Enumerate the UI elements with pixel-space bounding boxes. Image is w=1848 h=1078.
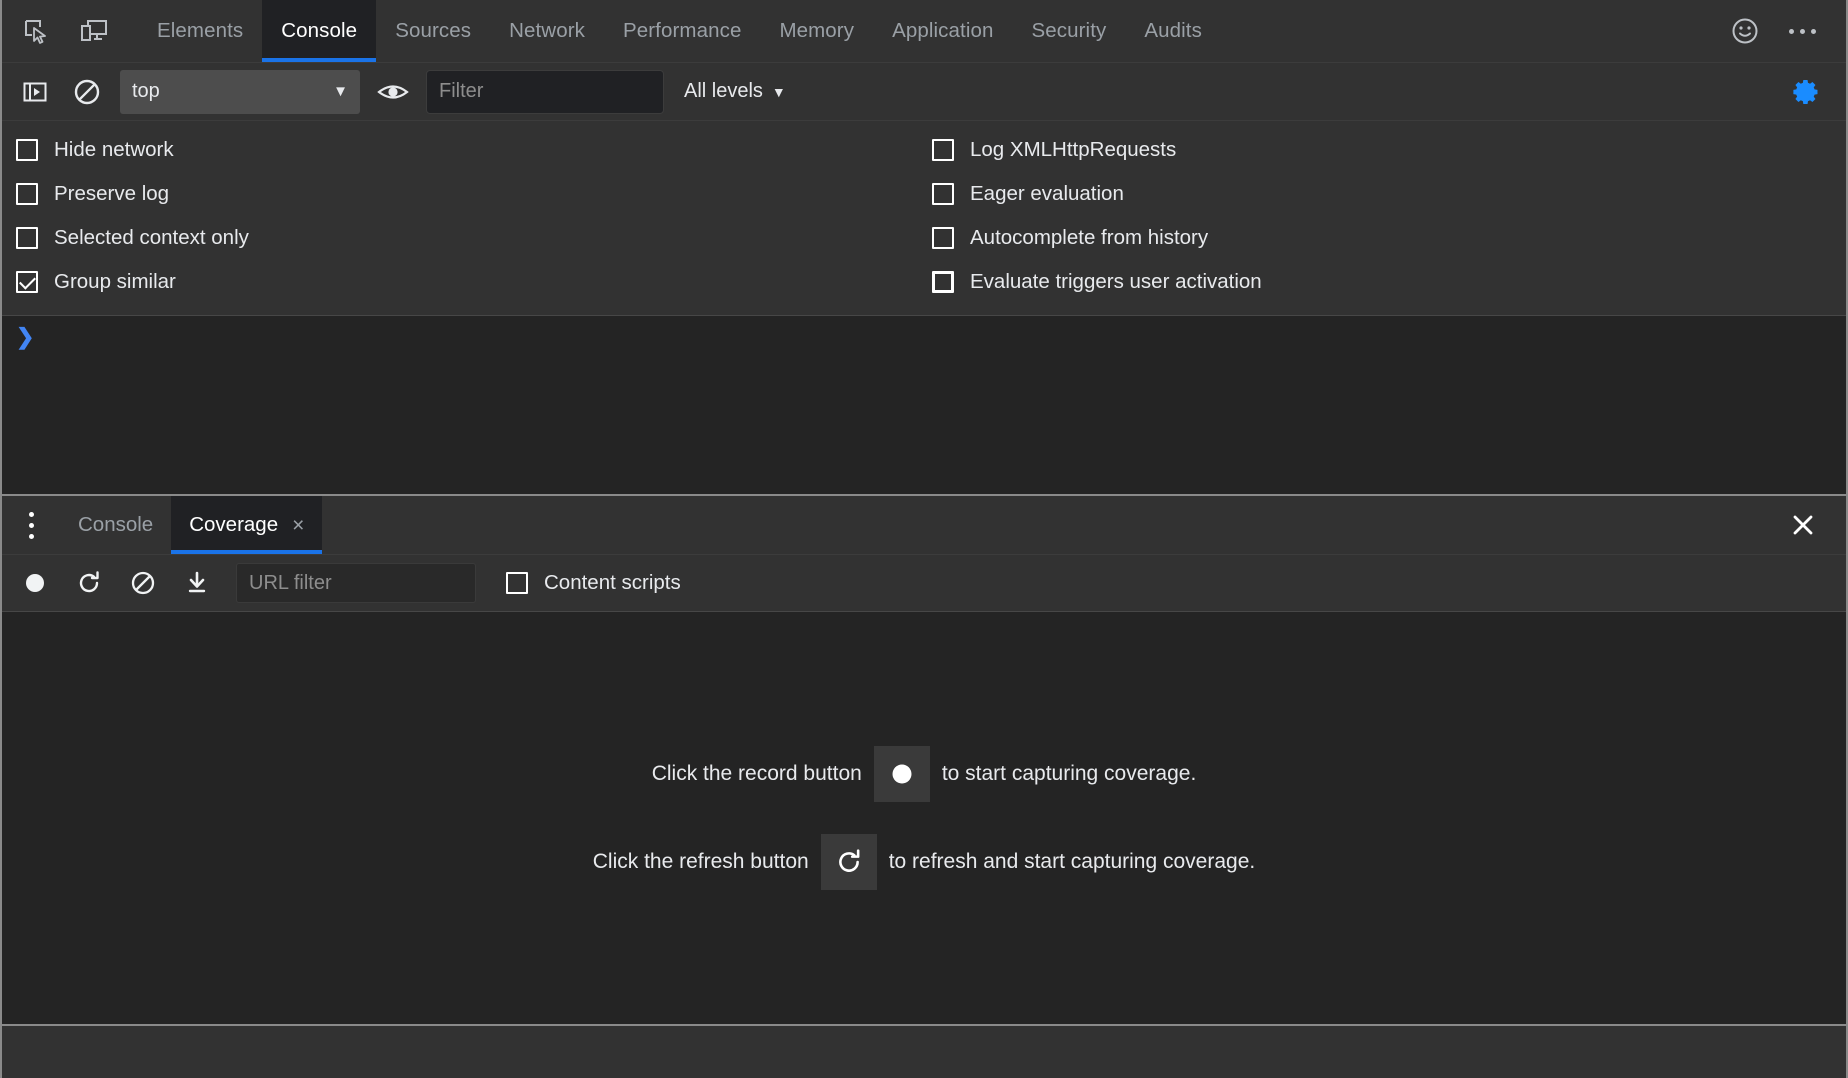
tab-label: Network (509, 19, 585, 43)
console-output-area[interactable]: ❯ (2, 316, 1846, 494)
drawer-tab-label: Coverage (189, 513, 278, 537)
setting-selected-context-only[interactable]: Selected context only (16, 223, 932, 253)
coverage-hint-record: Click the record button to start capturi… (652, 746, 1197, 802)
checkbox-preserve-log[interactable] (16, 183, 38, 205)
tab-console[interactable]: Console (262, 0, 376, 62)
checkbox-evaluate-triggers-user-activation[interactable] (932, 271, 954, 293)
tab-elements[interactable]: Elements (138, 0, 262, 62)
console-settings-pane: Hide network Preserve log Selected conte… (2, 120, 1846, 316)
tab-label: Audits (1144, 19, 1202, 43)
inspect-element-icon[interactable] (16, 11, 56, 51)
checkbox-log-xmlhttprequests[interactable] (932, 139, 954, 161)
close-drawer-icon[interactable] (1774, 496, 1846, 554)
reload-and-record-icon[interactable] (821, 834, 877, 890)
show-console-sidebar-icon[interactable] (16, 73, 54, 111)
drawer-tab-coverage[interactable]: Coverage × (171, 496, 322, 554)
main-toolbar-right (1725, 0, 1846, 62)
checkbox-selected-context-only[interactable] (16, 227, 38, 249)
setting-label: Group similar (54, 270, 176, 294)
log-levels-dropdown[interactable]: All levels ▼ (678, 76, 792, 107)
main-toolbar-icons (2, 0, 114, 62)
devtools-window: Elements Console Sources Network Perform… (0, 0, 1848, 1078)
devtools-drawer: Console Coverage × (2, 494, 1846, 1024)
device-toolbar-icon[interactable] (74, 11, 114, 51)
export-coverage-icon[interactable] (178, 564, 216, 602)
chevron-down-icon: ▼ (772, 84, 786, 100)
drawer-more-options-icon[interactable] (2, 496, 60, 554)
live-expression-eye-icon[interactable] (374, 73, 412, 111)
main-tab-bar: Elements Console Sources Network Perform… (2, 0, 1846, 62)
tab-label: Elements (157, 19, 243, 43)
console-filter-input[interactable] (426, 70, 664, 114)
settings-gear-icon[interactable] (1792, 77, 1832, 107)
console-settings-right-column: Log XMLHttpRequests Eager evaluation Aut… (932, 135, 1262, 297)
tab-label: Security (1031, 19, 1106, 43)
coverage-url-filter-input[interactable] (236, 563, 476, 603)
tab-audits[interactable]: Audits (1125, 0, 1221, 62)
checkbox-eager-evaluation[interactable] (932, 183, 954, 205)
tab-performance[interactable]: Performance (604, 0, 760, 62)
console-filter-toolbar: top ▼ All levels ▼ (2, 62, 1846, 120)
console-prompt-row[interactable]: ❯ (2, 316, 1846, 360)
checkbox-group-similar[interactable] (16, 271, 38, 293)
tab-label: Console (281, 19, 357, 43)
clear-coverage-icon[interactable] (124, 564, 162, 602)
smiley-face-icon[interactable] (1725, 11, 1765, 51)
reload-and-record-icon[interactable] (70, 564, 108, 602)
setting-label: Autocomplete from history (970, 226, 1208, 250)
setting-log-xmlhttprequests[interactable]: Log XMLHttpRequests (932, 135, 1262, 165)
setting-preserve-log[interactable]: Preserve log (16, 179, 932, 209)
coverage-hint-refresh: Click the refresh button to refresh and … (593, 834, 1255, 890)
setting-content-scripts[interactable]: Content scripts (506, 568, 681, 598)
setting-label: Eager evaluation (970, 182, 1124, 206)
setting-label: Evaluate triggers user activation (970, 270, 1262, 294)
tab-network[interactable]: Network (490, 0, 604, 62)
console-prompt-caret-icon: ❯ (16, 326, 34, 348)
setting-label: Preserve log (54, 182, 169, 206)
clear-console-icon[interactable] (68, 73, 106, 111)
setting-hide-network[interactable]: Hide network (16, 135, 932, 165)
tab-security[interactable]: Security (1012, 0, 1125, 62)
hint-text-pre: Click the refresh button (593, 850, 809, 874)
drawer-tab-label: Console (78, 513, 153, 537)
tab-application[interactable]: Application (873, 0, 1012, 62)
setting-label: Log XMLHttpRequests (970, 138, 1176, 162)
setting-eager-evaluation[interactable]: Eager evaluation (932, 179, 1262, 209)
hint-text-pre: Click the record button (652, 762, 862, 786)
hint-text-post: to start capturing coverage. (942, 762, 1196, 786)
tab-sources[interactable]: Sources (376, 0, 490, 62)
panel-tabs: Elements Console Sources Network Perform… (138, 0, 1221, 62)
coverage-placeholder: Click the record button to start capturi… (2, 612, 1846, 1024)
tab-label: Application (892, 19, 993, 43)
drawer-tab-bar: Console Coverage × (2, 496, 1846, 554)
close-tab-icon[interactable]: × (292, 515, 304, 536)
tab-label: Memory (779, 19, 854, 43)
drawer-tab-console[interactable]: Console (60, 496, 171, 554)
levels-label: All levels (684, 80, 763, 103)
checkbox-hide-network[interactable] (16, 139, 38, 161)
setting-evaluate-triggers-user-activation[interactable]: Evaluate triggers user activation (932, 267, 1262, 297)
tab-memory[interactable]: Memory (760, 0, 873, 62)
more-options-icon[interactable] (1779, 19, 1826, 44)
tab-label: Sources (395, 19, 471, 43)
setting-autocomplete-from-history[interactable]: Autocomplete from history (932, 223, 1262, 253)
checkbox-autocomplete-from-history[interactable] (932, 227, 954, 249)
setting-label: Content scripts (544, 571, 681, 595)
setting-label: Selected context only (54, 226, 249, 250)
chevron-down-icon: ▼ (333, 83, 348, 100)
tab-label: Performance (623, 19, 741, 43)
record-button-icon[interactable] (874, 746, 930, 802)
coverage-toolbar: Content scripts (2, 554, 1846, 612)
checkbox-content-scripts[interactable] (506, 572, 528, 594)
console-settings-left-column: Hide network Preserve log Selected conte… (2, 135, 932, 297)
setting-group-similar[interactable]: Group similar (16, 267, 932, 297)
hint-text-post: to refresh and start capturing coverage. (889, 850, 1256, 874)
setting-label: Hide network (54, 138, 174, 162)
record-button-icon[interactable] (16, 564, 54, 602)
context-value: top (132, 80, 160, 103)
status-bar (2, 1024, 1846, 1078)
javascript-context-select[interactable]: top ▼ (120, 70, 360, 114)
